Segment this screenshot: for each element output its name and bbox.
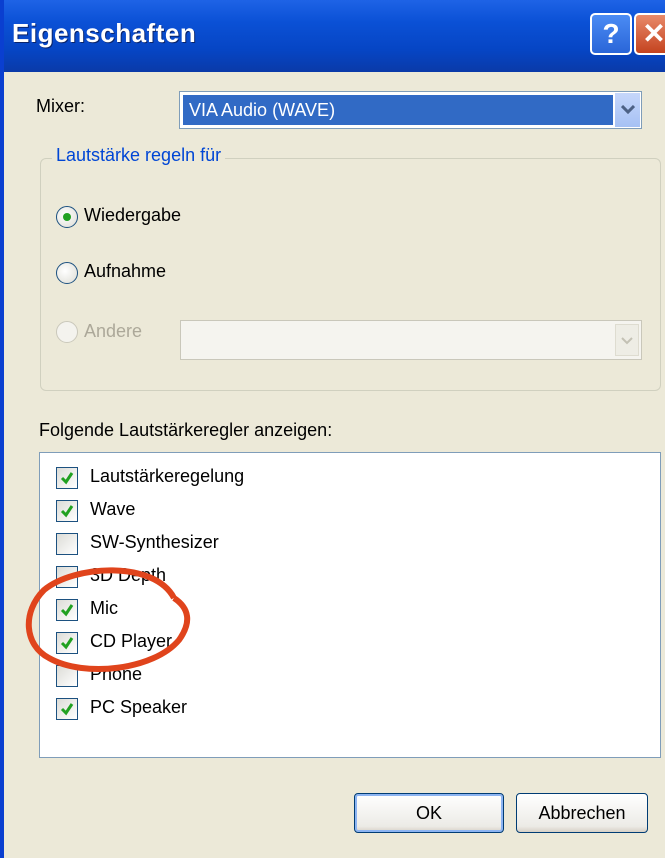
checkbox-phone[interactable] <box>56 665 78 687</box>
checkmark-icon <box>60 637 74 650</box>
checkmark-icon <box>60 472 74 485</box>
cancel-button[interactable]: Abbrechen <box>516 793 648 833</box>
chevron-down-icon <box>621 105 635 115</box>
help-icon: ? <box>602 18 620 49</box>
item-label: Wave <box>90 499 136 519</box>
volume-controls-list[interactable]: Lautstärkeregelung Wave SW-Synthesizer 3… <box>39 452 661 758</box>
mixer-selected-value: VIA Audio (WAVE) <box>183 95 613 125</box>
title-bar[interactable]: Eigenschaften ? ✕ <box>4 0 665 72</box>
volume-group-title: Lautstärke regeln für <box>52 145 226 166</box>
checkbox-pc-speaker[interactable] <box>56 698 78 720</box>
radio-wiedergabe-label[interactable]: Wiedergabe <box>84 205 181 226</box>
controls-list-label: Folgende Lautstärkeregler anzeigen: <box>39 420 333 440</box>
radio-wiedergabe[interactable] <box>56 206 78 228</box>
properties-dialog: Eigenschaften ? ✕ Mixer: VIA Audio (WAVE… <box>0 0 665 858</box>
radio-andere-label: Andere <box>84 321 143 341</box>
item-label: 3D Depth <box>90 565 167 585</box>
item-label: PC Speaker <box>90 697 188 717</box>
checkbox-wave[interactable] <box>56 500 78 522</box>
mixer-select[interactable]: VIA Audio (WAVE) <box>179 91 642 129</box>
checkmark-icon <box>60 505 74 518</box>
chevron-down-icon <box>621 337 633 345</box>
dropdown-button[interactable] <box>614 93 640 127</box>
item-label: Mic <box>90 598 118 618</box>
item-label: Phone <box>90 664 143 684</box>
checkmark-icon <box>60 604 74 617</box>
mixer-label: Mixer: <box>36 96 85 116</box>
item-label: Lautstärkeregelung <box>90 466 245 486</box>
radio-aufnahme[interactable] <box>56 262 78 284</box>
item-label: SW-Synthesizer <box>90 532 219 552</box>
help-button[interactable]: ? <box>590 13 632 55</box>
other-dropdown-button <box>615 324 639 356</box>
checkbox-sw-synthesizer[interactable] <box>56 533 78 555</box>
window-title: Eigenschaften <box>12 18 197 48</box>
checkbox-lautstaerkeregelung[interactable] <box>56 467 78 489</box>
other-device-select <box>180 320 642 360</box>
checkbox-3d-depth[interactable] <box>56 566 78 588</box>
ok-button[interactable]: OK <box>354 793 504 833</box>
close-icon: ✕ <box>642 18 665 49</box>
checkmark-icon <box>60 703 74 716</box>
close-button[interactable]: ✕ <box>634 13 665 55</box>
radio-aufnahme-label[interactable]: Aufnahme <box>84 261 166 282</box>
item-label: CD Player <box>90 631 173 651</box>
checkbox-mic[interactable] <box>56 599 78 621</box>
radio-andere <box>56 321 78 343</box>
checkbox-cd-player[interactable] <box>56 632 78 654</box>
